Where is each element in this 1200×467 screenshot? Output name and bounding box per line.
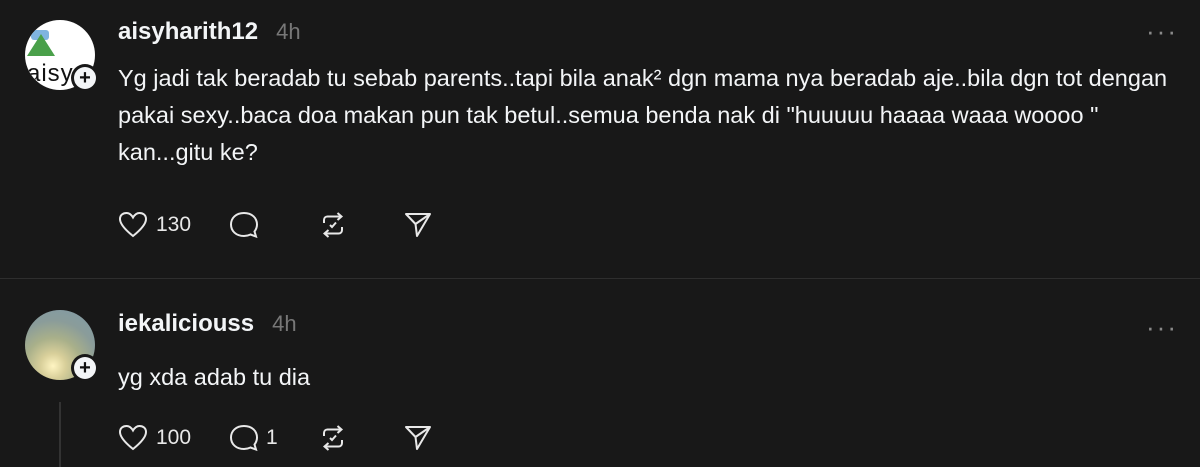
post: + iekaliciouss 4h ··· yg xda adab tu dia… — [0, 279, 1200, 467]
post-text: Yg jadi tak beradab tu sebab parents..ta… — [118, 65, 1168, 165]
avatar-hill — [27, 34, 55, 56]
repost-icon — [322, 212, 344, 238]
thread-line — [59, 402, 61, 467]
threads-feed: aisy + aisyharith12 4h ··· Yg jadi tak b… — [0, 0, 1200, 467]
comment-count: 1 — [266, 426, 278, 449]
comment-button[interactable] — [228, 210, 318, 240]
heart-icon — [118, 211, 148, 238]
more-options-icon[interactable]: ··· — [1146, 314, 1178, 340]
repost-button[interactable] — [318, 423, 403, 453]
share-button[interactable] — [403, 424, 433, 452]
post-text: yg xda adab tu dia — [118, 364, 311, 390]
plus-icon: + — [74, 357, 96, 379]
post-header: iekaliciouss 4h — [118, 310, 297, 338]
avatar-wrapper: + — [25, 310, 99, 382]
heart-icon — [118, 424, 148, 451]
post: aisy + aisyharith12 4h ··· Yg jadi tak b… — [0, 0, 1200, 278]
comment-button[interactable]: 1 — [228, 423, 318, 453]
share-button[interactable] — [403, 211, 433, 239]
repost-button[interactable] — [318, 210, 403, 240]
paper-plane-icon — [405, 426, 431, 450]
username[interactable]: aisyharith12 — [118, 18, 258, 46]
paper-plane-icon — [405, 213, 431, 237]
avatar-text: aisy — [27, 60, 74, 87]
plus-icon: + — [74, 67, 96, 89]
like-count: 100 — [156, 426, 192, 449]
post-header: aisyharith12 4h — [118, 18, 301, 46]
follow-button[interactable]: + — [71, 64, 99, 92]
username[interactable]: iekaliciouss — [118, 310, 254, 338]
comment-bubble-icon — [229, 424, 259, 452]
follow-button[interactable]: + — [71, 354, 99, 382]
action-bar: 130 — [118, 210, 433, 240]
timestamp[interactable]: 4h — [276, 19, 300, 45]
more-options-icon[interactable]: ··· — [1146, 18, 1178, 44]
avatar-wrapper: aisy + — [25, 20, 99, 92]
repost-icon — [322, 425, 344, 451]
like-button[interactable]: 130 — [118, 211, 228, 239]
like-count: 130 — [156, 213, 192, 236]
action-bar: 100 1 — [118, 423, 433, 453]
like-button[interactable]: 100 — [118, 424, 228, 452]
comment-bubble-icon — [229, 211, 259, 239]
timestamp[interactable]: 4h — [272, 311, 296, 337]
